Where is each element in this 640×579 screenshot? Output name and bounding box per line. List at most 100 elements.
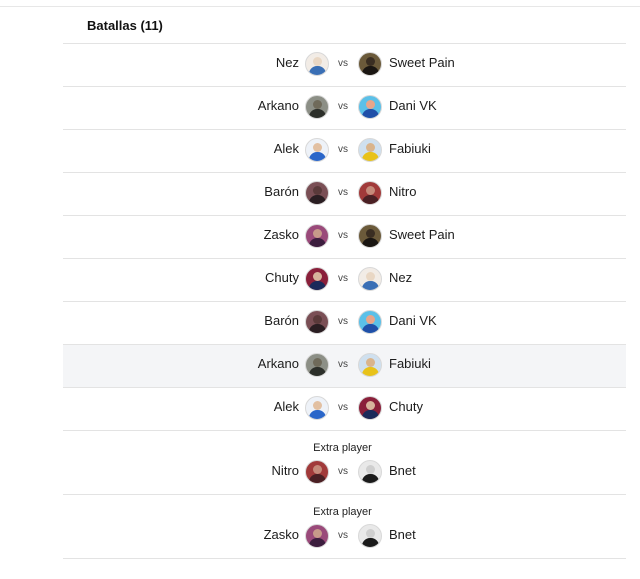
avatar-body-icon — [309, 195, 326, 204]
battle-list: Nez vs Sweet Pain Arkano vs Dani VK Alek vs Fabi… — [63, 44, 626, 559]
battle-row[interactable]: Nez vs Sweet Pain — [63, 44, 626, 87]
player-right-name[interactable]: Nez — [389, 270, 412, 285]
player-left-name[interactable]: Arkano — [258, 356, 299, 371]
player-right-avatar[interactable] — [358, 181, 382, 205]
player-right-name[interactable]: Sweet Pain — [389, 55, 455, 70]
vs-label: vs — [338, 530, 348, 541]
player-right-avatar[interactable] — [358, 267, 382, 291]
battle-row[interactable]: Barón vs Dani VK — [63, 302, 626, 345]
player-right-avatar[interactable] — [358, 524, 382, 548]
player-left-avatar[interactable] — [305, 524, 329, 548]
player-left-name[interactable]: Nitro — [272, 463, 299, 478]
battle-row[interactable]: Zasko vs Sweet Pain — [63, 216, 626, 259]
player-left-avatar[interactable] — [305, 267, 329, 291]
player-right-name[interactable]: Chuty — [389, 399, 423, 414]
player-right-avatar[interactable] — [358, 460, 382, 484]
player-left-name[interactable]: Zasko — [264, 227, 299, 242]
player-left-name[interactable]: Arkano — [258, 98, 299, 113]
battle-row[interactable]: Extra player Zasko vs Bnet — [63, 495, 626, 559]
avatar-body-icon — [362, 410, 379, 419]
battle-row[interactable]: Barón vs Nitro — [63, 173, 626, 216]
player-right-name[interactable]: Dani VK — [389, 313, 437, 328]
avatar-body-icon — [362, 109, 379, 118]
avatar-head-icon — [366, 186, 375, 195]
player-left-avatar[interactable] — [305, 224, 329, 248]
extra-player-text: Extra player — [313, 442, 372, 454]
player-left-name[interactable]: Nez — [276, 55, 299, 70]
battle-row[interactable]: Extra player Nitro vs Bnet — [63, 431, 626, 495]
avatar-body-icon — [309, 367, 326, 376]
player-left-avatar[interactable] — [305, 396, 329, 420]
player-right-name[interactable]: Bnet — [389, 527, 416, 542]
avatar-head-icon — [366, 57, 375, 66]
vs-label: vs — [338, 230, 348, 241]
avatar-body-icon — [309, 538, 326, 547]
matchup: Zasko vs Bnet — [63, 524, 626, 549]
player-left-avatar[interactable] — [305, 460, 329, 484]
avatar-head-icon — [366, 143, 375, 152]
avatar-body-icon — [362, 367, 379, 376]
player-right-name[interactable]: Bnet — [389, 463, 416, 478]
player-left-name[interactable]: Zasko — [264, 527, 299, 542]
avatar-head-icon — [366, 229, 375, 238]
matchup: Barón vs Dani VK — [63, 310, 626, 335]
avatar-body-icon — [362, 238, 379, 247]
battle-row[interactable]: Arkano vs Dani VK — [63, 87, 626, 130]
player-right-name[interactable]: Fabiuki — [389, 141, 431, 156]
matchup: Arkano vs Dani VK — [63, 95, 626, 120]
avatar-body-icon — [362, 474, 379, 483]
avatar-body-icon — [309, 474, 326, 483]
player-left-name[interactable]: Barón — [264, 313, 299, 328]
avatar-head-icon — [313, 143, 322, 152]
player-right-avatar[interactable] — [358, 224, 382, 248]
player-left-name[interactable]: Alek — [274, 141, 299, 156]
vs-label: vs — [338, 144, 348, 155]
matchup: Nitro vs Bnet — [63, 460, 626, 485]
vs-label: vs — [338, 273, 348, 284]
vs-label: vs — [338, 402, 348, 413]
battle-row[interactable]: Chuty vs Nez — [63, 259, 626, 302]
player-left-avatar[interactable] — [305, 52, 329, 76]
player-right-avatar[interactable] — [358, 52, 382, 76]
avatar-body-icon — [362, 152, 379, 161]
vs-label: vs — [338, 316, 348, 327]
player-right-avatar[interactable] — [358, 396, 382, 420]
player-left-name[interactable]: Alek — [274, 399, 299, 414]
avatar-body-icon — [362, 538, 379, 547]
player-left-name[interactable]: Chuty — [265, 270, 299, 285]
avatar-head-icon — [366, 315, 375, 324]
matchup: Alek vs Chuty — [63, 396, 626, 421]
avatar-head-icon — [313, 358, 322, 367]
player-left-avatar[interactable] — [305, 138, 329, 162]
player-right-avatar[interactable] — [358, 353, 382, 377]
player-right-name[interactable]: Sweet Pain — [389, 227, 455, 242]
player-right-name[interactable]: Fabiuki — [389, 356, 431, 371]
matchup: Nez vs Sweet Pain — [63, 52, 626, 77]
battle-row[interactable]: Alek vs Fabiuki — [63, 130, 626, 173]
player-right-name[interactable]: Dani VK — [389, 98, 437, 113]
player-right-avatar[interactable] — [358, 310, 382, 334]
vs-label: vs — [338, 466, 348, 477]
avatar-body-icon — [309, 109, 326, 118]
player-left-avatar[interactable] — [305, 353, 329, 377]
avatar-head-icon — [366, 358, 375, 367]
player-right-avatar[interactable] — [358, 95, 382, 119]
player-left-avatar[interactable] — [305, 95, 329, 119]
player-right-name[interactable]: Nitro — [389, 184, 416, 199]
vs-label: vs — [338, 187, 348, 198]
avatar-head-icon — [313, 401, 322, 410]
extra-player-label: Extra player — [63, 442, 626, 454]
avatar-body-icon — [309, 324, 326, 333]
battle-row[interactable]: Alek vs Chuty — [63, 388, 626, 431]
player-left-avatar[interactable] — [305, 310, 329, 334]
avatar-head-icon — [313, 100, 322, 109]
matchup: Alek vs Fabiuki — [63, 138, 626, 163]
player-left-avatar[interactable] — [305, 181, 329, 205]
battle-row[interactable]: Arkano vs Fabiuki — [63, 345, 626, 388]
matchup: Chuty vs Nez — [63, 267, 626, 292]
avatar-body-icon — [309, 152, 326, 161]
matchup: Arkano vs Fabiuki — [63, 353, 626, 378]
player-right-avatar[interactable] — [358, 138, 382, 162]
player-left-name[interactable]: Barón — [264, 184, 299, 199]
avatar-head-icon — [366, 529, 375, 538]
